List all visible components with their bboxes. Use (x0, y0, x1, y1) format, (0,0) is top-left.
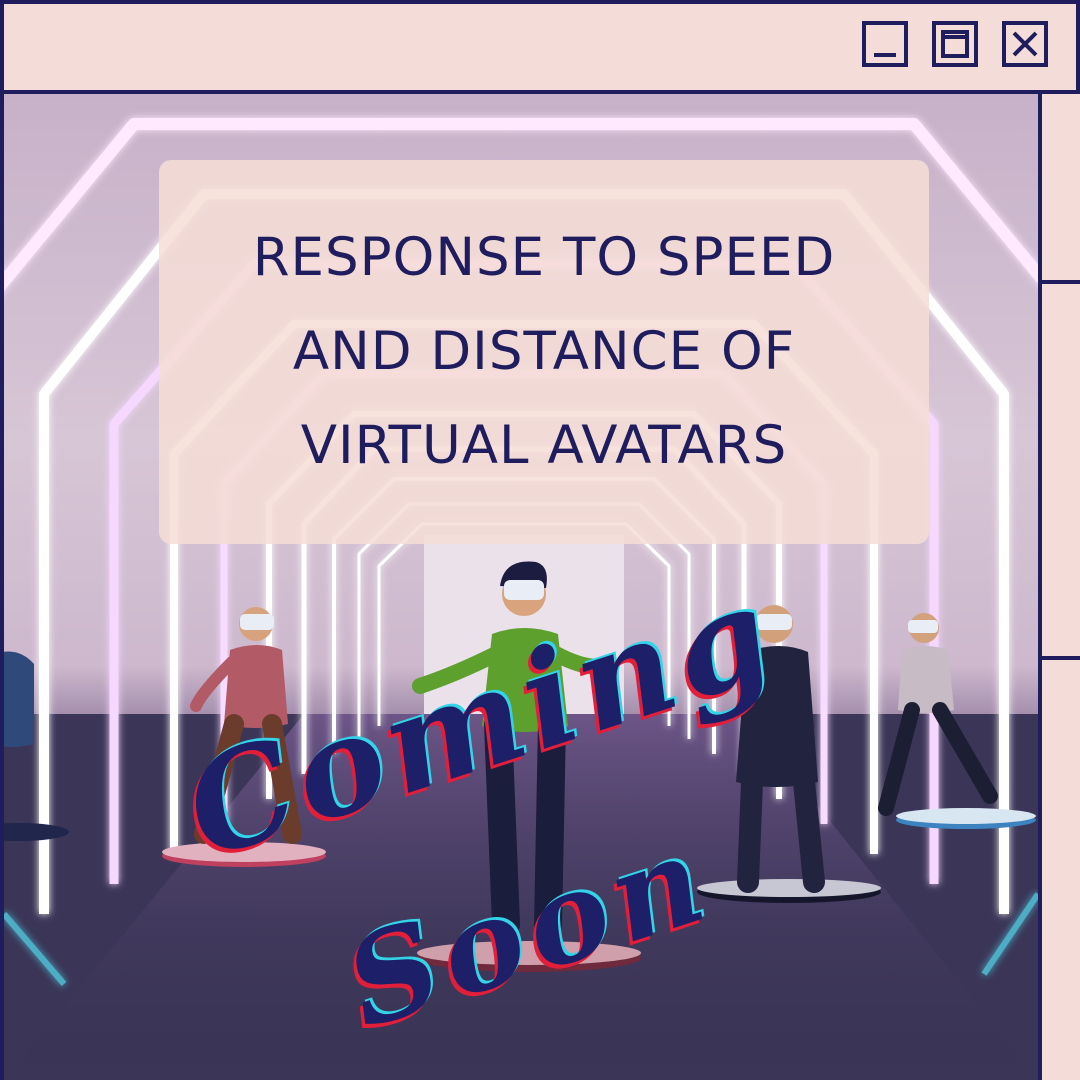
close-icon (1012, 31, 1038, 57)
minimize-button[interactable] (862, 21, 908, 67)
maximize-icon (941, 30, 969, 58)
content-viewport: RESPONSE TO SPEED AND DISTANCE OF VIRTUA… (4, 94, 1038, 1080)
maximize-button[interactable] (932, 21, 978, 67)
minimize-icon (874, 53, 896, 57)
page-title: RESPONSE TO SPEED AND DISTANCE OF VIRTUA… (252, 227, 836, 476)
app-window: RESPONSE TO SPEED AND DISTANCE OF VIRTUA… (0, 0, 1080, 1080)
vertical-scrollbar[interactable] (1038, 94, 1080, 1080)
title-card: RESPONSE TO SPEED AND DISTANCE OF VIRTUA… (159, 160, 929, 544)
scrollbar-thumb[interactable] (1042, 280, 1080, 660)
title-bar (4, 4, 1076, 94)
close-button[interactable] (1002, 21, 1048, 67)
